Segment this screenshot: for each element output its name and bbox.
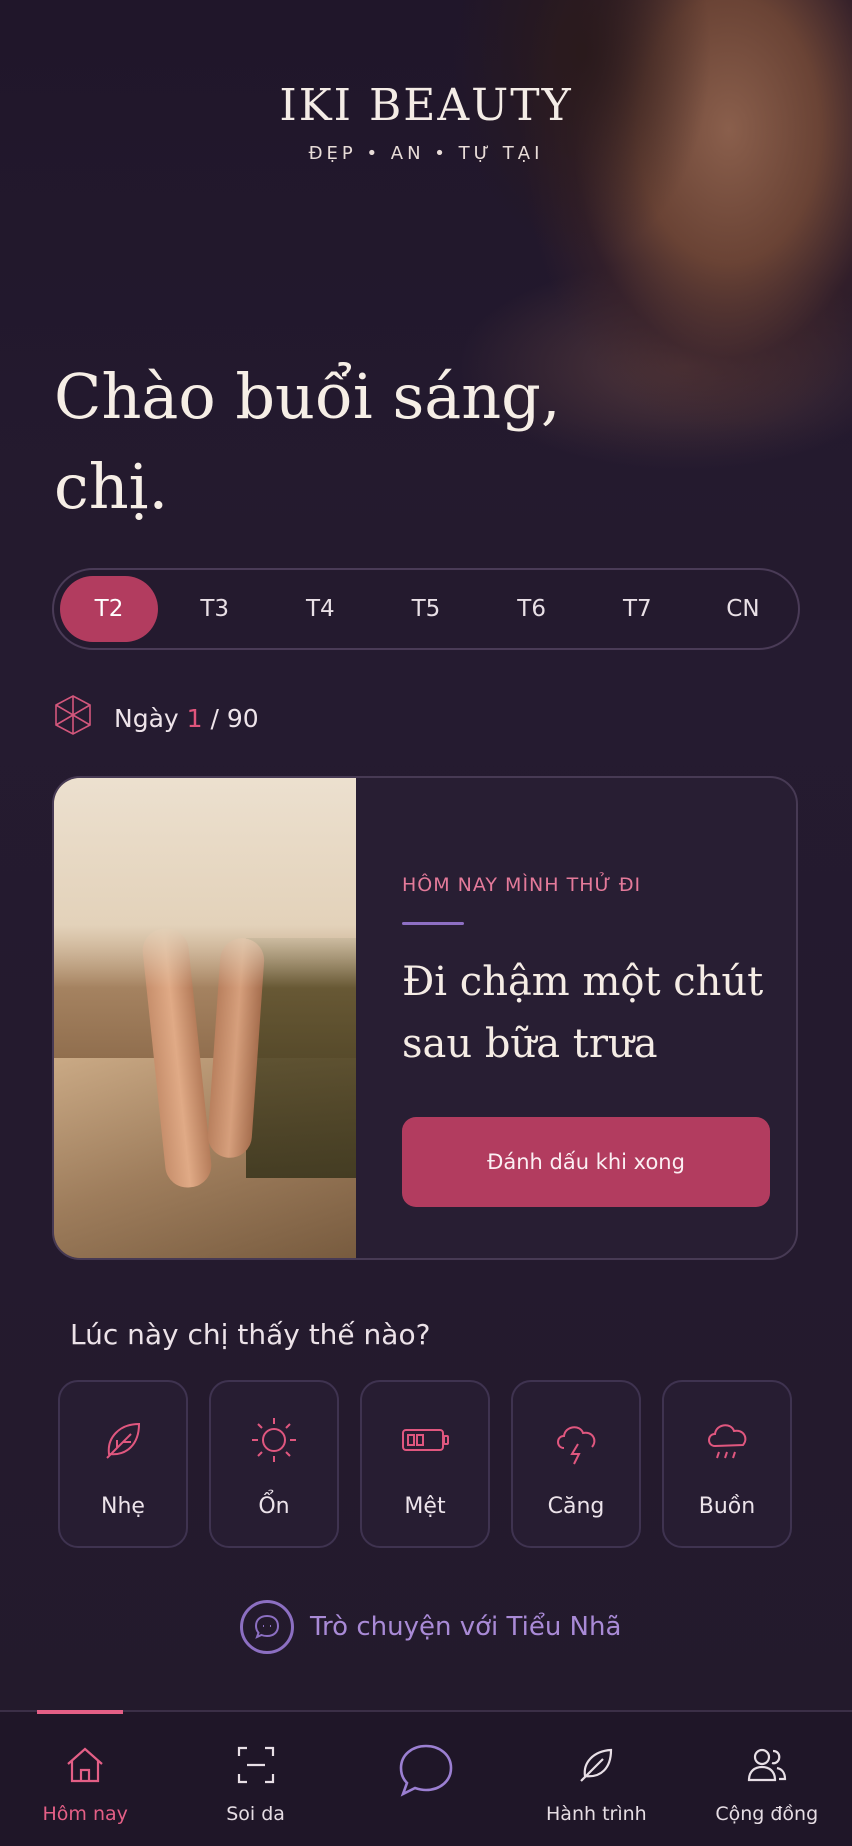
mood-option-nhe[interactable]: Nhẹ	[58, 1380, 188, 1548]
community-icon	[744, 1742, 790, 1793]
day-tab-t2[interactable]: T2	[60, 576, 158, 642]
tab-chat[interactable]	[356, 1712, 496, 1817]
home-icon	[62, 1742, 108, 1793]
progress-total: / 90	[210, 703, 259, 733]
tab-label: Soi da	[226, 1803, 285, 1825]
low-battery-icon	[397, 1412, 453, 1472]
bottom-tab-bar: Hôm nay Soi da Hành trình Cộng đồng	[0, 1710, 852, 1846]
day-tab-cn[interactable]: CN	[694, 576, 792, 642]
mood-options: Nhẹ Ổn Mệt Căng Buồn	[58, 1380, 792, 1548]
progress-text: Ngày 1 / 90	[114, 704, 259, 733]
leaf-icon	[573, 1742, 619, 1793]
chat-bubble-icon	[240, 1600, 294, 1654]
mood-label: Nhẹ	[101, 1494, 145, 1519]
photo-skirt	[54, 778, 356, 988]
sun-icon	[246, 1412, 302, 1472]
tab-label: Hành trình	[546, 1803, 647, 1825]
tab-label: Cộng đồng	[715, 1803, 819, 1825]
weekday-selector: T2 T3 T4 T5 T6 T7 CN	[52, 568, 800, 650]
progress-prefix: Ngày	[114, 703, 179, 733]
day-tab-t6[interactable]: T6	[483, 576, 581, 642]
tab-hanh-trinh[interactable]: Hành trình	[526, 1712, 666, 1825]
brand-header: IKI BEAUTY ĐẸP • AN • TỰ TẠI	[0, 80, 852, 164]
day-tab-t5[interactable]: T5	[377, 576, 475, 642]
day-tab-t3[interactable]: T3	[166, 576, 264, 642]
mark-done-button[interactable]: Đánh dấu khi xong	[402, 1117, 770, 1207]
storm-cloud-icon	[548, 1412, 604, 1472]
chat-link-label: Trò chuyện với Tiểu Nhã	[310, 1612, 622, 1642]
task-eyebrow: HÔM NAY MÌNH THỬ ĐI	[402, 874, 642, 896]
brand-tagline: ĐẸP • AN • TỰ TẠI	[308, 143, 544, 164]
mood-label: Ổn	[258, 1494, 290, 1519]
app-screen: IKI BEAUTY ĐẸP • AN • TỰ TẠI Chào buổi s…	[0, 0, 852, 1846]
mood-label: Mệt	[404, 1494, 446, 1519]
day-tab-t7[interactable]: T7	[588, 576, 686, 642]
tab-hom-nay[interactable]: Hôm nay	[15, 1710, 155, 1825]
rain-cloud-icon	[699, 1412, 755, 1472]
walking-feet-photo	[54, 778, 356, 1258]
day-tab-t4[interactable]: T4	[271, 576, 369, 642]
tab-soi-da[interactable]: Soi da	[186, 1712, 326, 1825]
brand-name: IKI BEAUTY	[279, 80, 573, 131]
face-scan-icon	[233, 1742, 279, 1793]
mood-option-buon[interactable]: Buồn	[662, 1380, 792, 1548]
mood-question: Lúc này chị thấy thế nào?	[70, 1318, 431, 1351]
day-progress: Ngày 1 / 90	[52, 694, 259, 742]
task-title: Đi chậm một chút sau bữa trưa	[402, 959, 764, 1067]
cube-icon	[52, 694, 94, 742]
mood-label: Căng	[547, 1494, 605, 1519]
leaf-icon	[95, 1412, 151, 1472]
task-card: HÔM NAY MÌNH THỬ ĐI Đi chậm một chút sau…	[52, 776, 798, 1260]
mood-option-on[interactable]: Ổn	[209, 1380, 339, 1548]
chat-bubble-icon	[395, 1740, 457, 1807]
tab-label: Hôm nay	[42, 1803, 128, 1825]
mood-option-cang[interactable]: Căng	[511, 1380, 641, 1548]
mood-label: Buồn	[698, 1494, 756, 1519]
tab-cong-dong[interactable]: Cộng đồng	[697, 1712, 837, 1825]
mood-option-met[interactable]: Mệt	[360, 1380, 490, 1548]
greeting-title: Chào buổi sáng, chị.	[54, 360, 561, 523]
task-card-body: HÔM NAY MÌNH THỬ ĐI Đi chậm một chút sau…	[356, 778, 796, 1258]
progress-current: 1	[186, 703, 203, 733]
task-divider	[402, 922, 464, 925]
chat-with-tieu-nha-link[interactable]: Trò chuyện với Tiểu Nhã	[240, 1600, 621, 1654]
